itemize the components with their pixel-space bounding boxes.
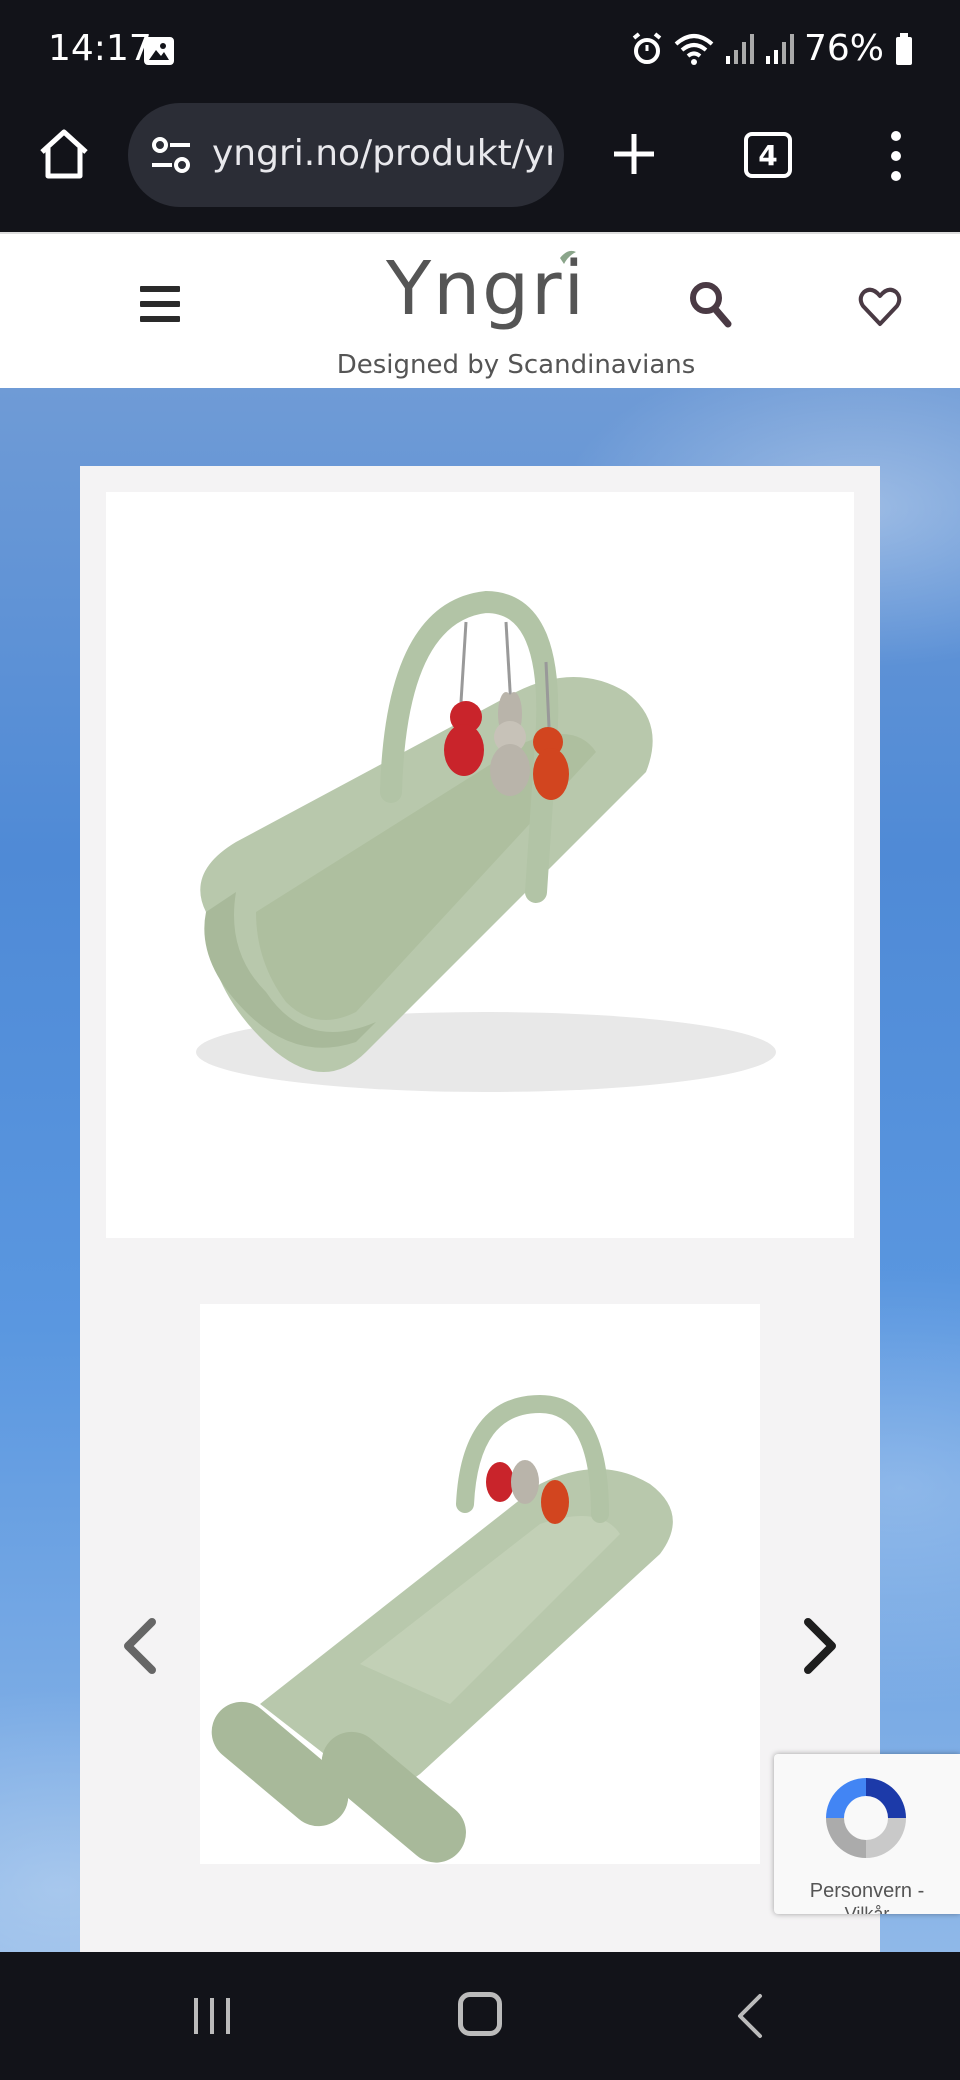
wifi-icon [674, 33, 714, 65]
battery-icon [896, 32, 912, 65]
battery-percentage: 76% [803, 28, 884, 69]
chevron-left-icon [124, 1618, 156, 1674]
status-bar: 14:17 76% [0, 0, 960, 100]
back-icon [738, 1994, 762, 2038]
recent-apps-icon [194, 1998, 230, 2034]
previous-image-button[interactable] [120, 1616, 160, 1676]
site-settings-icon[interactable] [150, 135, 192, 175]
heart-icon[interactable] [858, 284, 902, 328]
alarm-icon [632, 31, 662, 64]
browser-toolbar: yngri.no/produkt/yr 4 [0, 100, 960, 232]
system-home-button[interactable] [458, 1992, 502, 2036]
browser-home-button[interactable] [36, 126, 92, 182]
recaptcha-badge[interactable]: Personvern - Vilkår [774, 1754, 960, 1914]
product-thumbnail-image[interactable] [200, 1304, 760, 1864]
next-image-button[interactable] [800, 1616, 840, 1676]
product-gallery-card [80, 466, 880, 1952]
site-header: Yngri Designed by Scandinavians [0, 232, 960, 388]
product-gallery-section [0, 388, 960, 1952]
recaptcha-icon [816, 1768, 916, 1868]
recent-apps-button[interactable] [190, 1994, 234, 2038]
svg-text:Yngri: Yngri [385, 246, 580, 332]
recaptcha-terms-link[interactable]: Vilkår [774, 1904, 960, 1914]
recaptcha-privacy-link[interactable]: Personvern - [774, 1880, 960, 1903]
home-icon [40, 129, 88, 179]
image-icon [144, 37, 174, 65]
site-logo[interactable]: Yngri [380, 244, 584, 332]
system-nav-bar [0, 1952, 960, 2080]
tab-switcher-button[interactable]: 4 [744, 132, 792, 178]
status-icons: 76% [630, 28, 914, 69]
signal-icon [725, 33, 754, 64]
search-icon[interactable] [688, 280, 732, 328]
system-back-button[interactable] [734, 1992, 764, 2040]
product-main-image[interactable] [106, 492, 854, 1238]
more-vert-icon [891, 131, 901, 181]
address-bar[interactable]: yngri.no/produkt/yr [128, 103, 564, 207]
plus-icon [614, 134, 654, 174]
hamburger-menu-icon[interactable] [140, 286, 180, 322]
url-text[interactable]: yngri.no/produkt/yr [212, 133, 552, 174]
chevron-right-icon [804, 1618, 836, 1674]
browser-menu-button[interactable] [880, 126, 912, 186]
status-time: 14:17 [48, 28, 152, 69]
site-tagline: Designed by Scandinavians [336, 350, 696, 380]
toy-bear [444, 701, 484, 776]
new-tab-button[interactable] [606, 126, 662, 182]
signal-icon [765, 33, 794, 64]
